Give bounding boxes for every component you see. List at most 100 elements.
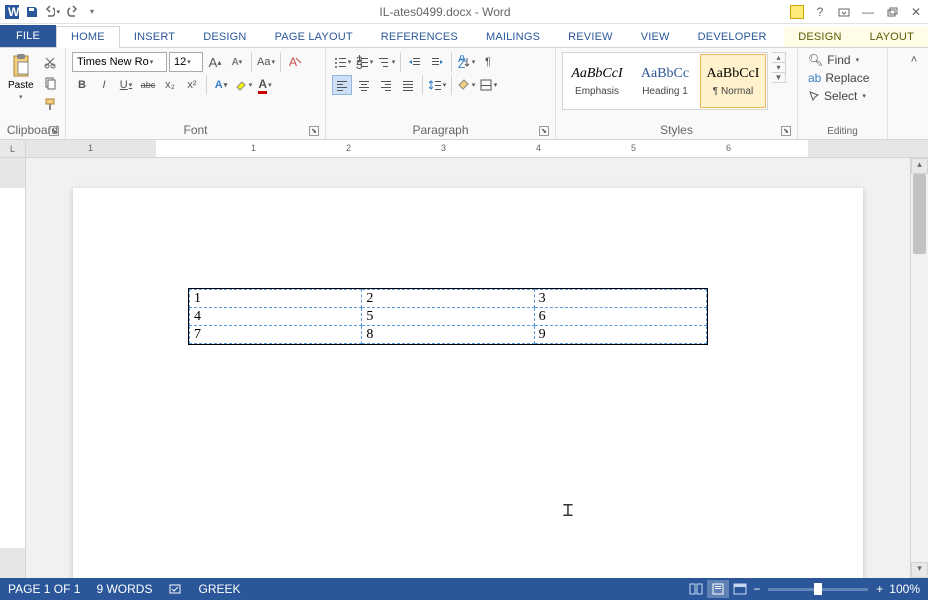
word-count[interactable]: 9 WORDS bbox=[96, 582, 152, 596]
align-left-icon[interactable] bbox=[332, 75, 352, 95]
replace-button[interactable]: abReplace bbox=[804, 70, 873, 86]
table-cell[interactable]: 6 bbox=[534, 308, 706, 326]
find-button[interactable]: 🔍︎Find bbox=[804, 52, 873, 68]
dialog-launcher-icon[interactable]: ⬊ bbox=[309, 126, 319, 136]
shading-icon[interactable] bbox=[456, 75, 476, 95]
superscript-button[interactable]: x² bbox=[182, 75, 202, 95]
strikethrough-button[interactable]: abc bbox=[138, 75, 158, 95]
tab-tools-design[interactable]: DESIGN bbox=[784, 27, 855, 47]
zoom-level[interactable]: 100% bbox=[889, 582, 920, 596]
table-cell[interactable]: 2 bbox=[362, 290, 534, 308]
clear-formatting-icon[interactable]: A bbox=[285, 52, 305, 72]
copy-icon[interactable] bbox=[40, 73, 60, 93]
styles-more-icon[interactable]: ▼ bbox=[772, 73, 785, 82]
format-painter-icon[interactable] bbox=[40, 94, 60, 114]
styles-down-icon[interactable]: ▾ bbox=[772, 63, 785, 73]
style-emphasis[interactable]: AaBbCcI Emphasis bbox=[564, 54, 630, 108]
table-cell[interactable]: 7 bbox=[190, 326, 362, 344]
zoom-out-button[interactable]: − bbox=[753, 582, 760, 596]
styles-scroll: ▴ ▾ ▼ bbox=[772, 52, 786, 83]
change-case-icon[interactable]: Aa bbox=[256, 52, 276, 72]
collapse-ribbon-icon[interactable]: ˄ bbox=[904, 50, 924, 70]
web-layout-icon[interactable] bbox=[729, 580, 751, 598]
paste-button[interactable]: Paste ▾ bbox=[6, 52, 36, 103]
borders-icon[interactable] bbox=[478, 75, 498, 95]
decrease-indent-icon[interactable] bbox=[405, 52, 425, 72]
tab-review[interactable]: REVIEW bbox=[554, 27, 627, 47]
tab-home[interactable]: HOME bbox=[56, 26, 120, 48]
vertical-ruler[interactable] bbox=[0, 158, 26, 578]
tab-file[interactable]: FILE bbox=[0, 25, 56, 47]
tab-page-layout[interactable]: PAGE LAYOUT bbox=[261, 27, 367, 47]
font-size-combo[interactable]: 12 bbox=[169, 52, 203, 72]
ribbon-display-icon[interactable] bbox=[836, 4, 852, 20]
font-name-combo[interactable]: Times New Ro bbox=[72, 52, 167, 72]
restore-icon[interactable] bbox=[884, 4, 900, 20]
grow-font-icon[interactable]: A▴ bbox=[205, 52, 225, 72]
document-canvas[interactable]: 1 2 3 4 5 6 7 8 9 Ꮖ bbox=[26, 158, 910, 578]
help-icon[interactable]: ? bbox=[812, 4, 828, 20]
highlight-icon[interactable] bbox=[233, 75, 253, 95]
table-cell[interactable]: 9 bbox=[534, 326, 706, 344]
zoom-slider[interactable] bbox=[768, 588, 868, 591]
print-layout-icon[interactable] bbox=[707, 580, 729, 598]
font-color-icon[interactable]: A bbox=[255, 75, 275, 95]
scroll-down-icon[interactable]: ▾ bbox=[911, 562, 928, 578]
select-button[interactable]: Select bbox=[804, 88, 873, 104]
horizontal-ruler[interactable]: L 1 1 2 3 4 5 6 bbox=[0, 140, 928, 158]
tab-view[interactable]: VIEW bbox=[627, 27, 684, 47]
subscript-button[interactable]: x₂ bbox=[160, 75, 180, 95]
table-cell[interactable]: 3 bbox=[534, 290, 706, 308]
zoom-thumb[interactable] bbox=[814, 583, 822, 595]
underline-button[interactable]: U bbox=[116, 75, 136, 95]
dialog-launcher-icon[interactable]: ⬊ bbox=[539, 126, 549, 136]
styles-up-icon[interactable]: ▴ bbox=[772, 53, 785, 63]
align-center-icon[interactable] bbox=[354, 75, 374, 95]
style-heading-1[interactable]: AaBbCc Heading 1 bbox=[632, 54, 698, 108]
tab-mailings[interactable]: MAILINGS bbox=[472, 27, 554, 47]
style-normal[interactable]: AaBbCcI ¶ Normal bbox=[700, 54, 766, 108]
spell-check-icon[interactable] bbox=[168, 582, 182, 596]
cut-icon[interactable] bbox=[40, 52, 60, 72]
justify-icon[interactable] bbox=[398, 75, 418, 95]
bullets-icon[interactable] bbox=[332, 52, 352, 72]
sort-icon[interactable]: AZ bbox=[456, 52, 476, 72]
italic-button[interactable]: I bbox=[94, 75, 114, 95]
tab-references[interactable]: REFERENCES bbox=[367, 27, 472, 47]
tab-insert[interactable]: INSERT bbox=[120, 27, 189, 47]
bold-button[interactable]: B bbox=[72, 75, 92, 95]
table[interactable]: 1 2 3 4 5 6 7 8 9 bbox=[188, 288, 708, 345]
table-cell[interactable]: 1 bbox=[190, 290, 362, 308]
ribbon-options-icon[interactable] bbox=[790, 5, 804, 19]
align-right-icon[interactable] bbox=[376, 75, 396, 95]
dialog-launcher-icon[interactable]: ⬊ bbox=[49, 126, 59, 136]
close-icon[interactable]: ✕ bbox=[908, 4, 924, 20]
zoom-in-button[interactable]: + bbox=[876, 582, 883, 596]
tab-developer[interactable]: DEVELOPER bbox=[684, 27, 781, 47]
tab-selector[interactable]: L bbox=[0, 140, 26, 157]
minimize-icon[interactable]: — bbox=[860, 4, 876, 20]
line-spacing-icon[interactable] bbox=[427, 75, 447, 95]
numbering-icon[interactable]: 123 bbox=[354, 52, 374, 72]
table-cell[interactable]: 8 bbox=[362, 326, 534, 344]
multilevel-list-icon[interactable] bbox=[376, 52, 396, 72]
tab-tools-layout[interactable]: LAYOUT bbox=[856, 27, 928, 47]
qat-customize-icon[interactable]: ▾ bbox=[84, 4, 100, 20]
page-indicator[interactable]: PAGE 1 OF 1 bbox=[8, 582, 80, 596]
save-icon[interactable] bbox=[24, 4, 40, 20]
text-effects-icon[interactable]: A bbox=[211, 75, 231, 95]
show-hide-icon[interactable]: ¶ bbox=[478, 52, 498, 72]
table-cell[interactable]: 5 bbox=[362, 308, 534, 326]
increase-indent-icon[interactable] bbox=[427, 52, 447, 72]
vertical-scrollbar[interactable]: ▴ ▾ bbox=[910, 158, 928, 578]
scroll-thumb[interactable] bbox=[913, 174, 926, 254]
read-mode-icon[interactable] bbox=[685, 580, 707, 598]
scroll-up-icon[interactable]: ▴ bbox=[911, 158, 928, 174]
undo-icon[interactable] bbox=[44, 4, 60, 20]
redo-icon[interactable] bbox=[64, 4, 80, 20]
language-indicator[interactable]: GREEK bbox=[198, 582, 240, 596]
dialog-launcher-icon[interactable]: ⬊ bbox=[781, 126, 791, 136]
table-cell[interactable]: 4 bbox=[190, 308, 362, 326]
shrink-font-icon[interactable]: A▾ bbox=[227, 52, 247, 72]
tab-design[interactable]: DESIGN bbox=[189, 27, 260, 47]
